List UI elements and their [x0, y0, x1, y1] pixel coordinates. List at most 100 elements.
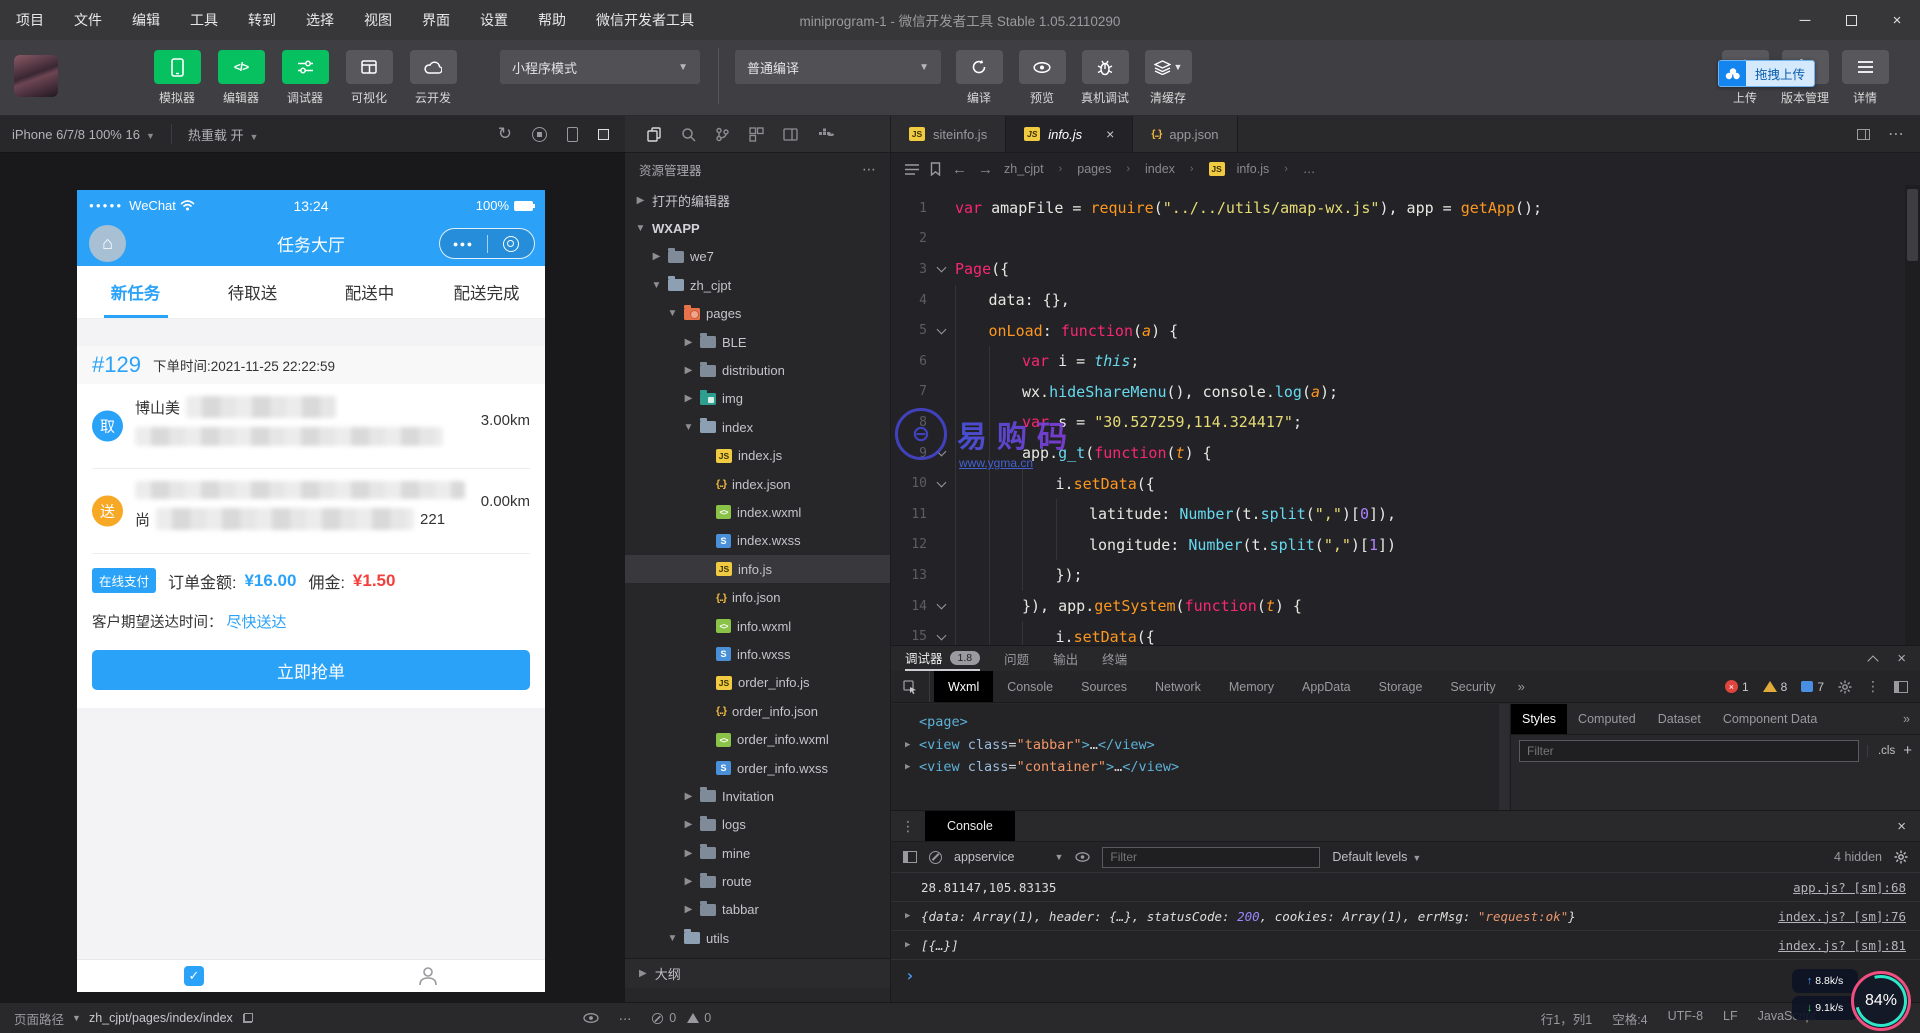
- more-actions-icon[interactable]: ⋯: [862, 161, 876, 178]
- devtools-tab-Memory[interactable]: Memory: [1215, 671, 1288, 702]
- breadcrumb-item[interactable]: index: [1145, 162, 1175, 176]
- toolbar-button-可视化[interactable]: 可视化: [342, 50, 396, 106]
- tree-item-img[interactable]: ▶img: [625, 385, 890, 413]
- toolbar-button-详情[interactable]: 详情: [1838, 50, 1892, 106]
- collapse-icon[interactable]: [1868, 655, 1879, 666]
- extensions-icon[interactable]: [749, 127, 764, 142]
- fold-chevron-icon[interactable]: [927, 451, 955, 455]
- toolbar-button-模拟器[interactable]: 模拟器: [150, 50, 204, 106]
- tree-item-order_info.js[interactable]: JSorder_info.js: [625, 669, 890, 697]
- menu-item[interactable]: 设置: [480, 10, 508, 30]
- console-settings-gear-icon[interactable]: [1894, 850, 1908, 864]
- tree-item-zh_cjpt[interactable]: ▼zh_cjpt: [625, 271, 890, 299]
- multi-window-icon[interactable]: [598, 129, 609, 140]
- toolbar-button-清缓存[interactable]: ▼清缓存: [1141, 50, 1195, 106]
- more-actions-icon[interactable]: ⋯: [1888, 124, 1904, 144]
- console-log-row[interactable]: ▶[{…}]index.js? [sm]:81: [891, 931, 1920, 960]
- element-picker-icon[interactable]: [891, 671, 930, 702]
- tree-item-utils[interactable]: ▼utils: [625, 924, 890, 952]
- devtools-tab-Wxml[interactable]: Wxml: [934, 671, 993, 702]
- menu-item[interactable]: 微信开发者工具: [596, 10, 694, 30]
- devtools-tab-Storage[interactable]: Storage: [1365, 671, 1437, 702]
- tree-item-info.wxss[interactable]: Sinfo.wxss: [625, 640, 890, 668]
- add-style-button[interactable]: +: [1903, 742, 1912, 759]
- console-prompt[interactable]: ›: [891, 960, 1920, 985]
- wxml-node[interactable]: ▶<view class="container">…</view>: [905, 756, 1509, 779]
- exit-button[interactable]: [488, 236, 535, 252]
- status-item[interactable]: UTF-8: [1668, 1009, 1703, 1028]
- warning-counter[interactable]: 8: [1763, 680, 1788, 694]
- refresh-icon[interactable]: ↻: [498, 124, 512, 144]
- tree-item-logs[interactable]: ▶logs: [625, 811, 890, 839]
- eye-icon[interactable]: [583, 1013, 599, 1023]
- forward-icon[interactable]: →: [978, 161, 993, 178]
- page-path-group[interactable]: 页面路径 ▼ zh_cjpt/pages/index/index: [14, 1009, 253, 1028]
- back-icon[interactable]: ←: [952, 161, 967, 178]
- fold-chevron-icon[interactable]: [927, 604, 955, 608]
- breadcrumb-file[interactable]: info.js: [1237, 162, 1270, 176]
- window-icon[interactable]: [783, 127, 798, 142]
- more-tabs-icon[interactable]: »: [1893, 704, 1920, 734]
- home-button[interactable]: ⌂: [89, 225, 126, 262]
- device-select[interactable]: iPhone 6/7/8 100% 16▼: [0, 127, 155, 142]
- breadcrumb[interactable]: zh_cjpt›pages›index›JSinfo.js›…: [1004, 162, 1315, 176]
- console-log-row[interactable]: ▶{data: Array(1), header: {…}, statusCod…: [891, 902, 1920, 931]
- tree-item-order_info.json[interactable]: {..}order_info.json: [625, 697, 890, 725]
- editor-tab-siteinfo.js[interactable]: JSsiteinfo.js: [891, 116, 1006, 152]
- order-tab-新任务[interactable]: 新任务: [77, 266, 194, 318]
- stop-icon[interactable]: [532, 127, 547, 142]
- console-tab[interactable]: Console: [925, 811, 1015, 841]
- tree-item-info.wxml[interactable]: <>info.wxml: [625, 612, 890, 640]
- tree-item-order_info.wxml[interactable]: <>order_info.wxml: [625, 725, 890, 753]
- tabbar-tasks-item[interactable]: ✓: [77, 960, 311, 992]
- close-icon[interactable]: ×: [1106, 126, 1114, 142]
- settings-gear-icon[interactable]: [1838, 680, 1852, 694]
- wxml-scrollbar[interactable]: [1499, 704, 1509, 810]
- log-source-link[interactable]: app.js? [sm]:68: [1793, 880, 1906, 895]
- dock-side-icon[interactable]: [1894, 681, 1908, 693]
- git-icon[interactable]: [715, 127, 730, 142]
- status-item[interactable]: 空格:4: [1612, 1009, 1647, 1028]
- tree-item-index.json[interactable]: {..}index.json: [625, 470, 890, 498]
- panel-tab-输出[interactable]: 输出: [1053, 649, 1078, 668]
- styles-tab-Computed[interactable]: Computed: [1567, 704, 1647, 734]
- tree-item-index.js[interactable]: JSindex.js: [625, 442, 890, 470]
- close-button[interactable]: ×: [1874, 0, 1920, 40]
- hot-reload-toggle[interactable]: 热重载 开▼: [188, 125, 259, 144]
- toolbar-button-云开发[interactable]: 云开发: [406, 50, 460, 106]
- cls-button[interactable]: .cls: [1867, 745, 1895, 757]
- tree-item-index.wxml[interactable]: <>index.wxml: [625, 498, 890, 526]
- tree-item-mine[interactable]: ▶mine: [625, 839, 890, 867]
- toolbar-button-预览[interactable]: 预览: [1015, 50, 1069, 106]
- tree-item-distribution[interactable]: ▶distribution: [625, 356, 890, 384]
- devtools-tab-Security[interactable]: Security: [1436, 671, 1509, 702]
- status-item[interactable]: LF: [1723, 1009, 1738, 1028]
- styles-tab-Component Data[interactable]: Component Data: [1712, 704, 1829, 734]
- phone-window-icon[interactable]: [567, 127, 578, 142]
- split-editor-icon[interactable]: [1857, 129, 1870, 140]
- close-icon[interactable]: ×: [1897, 650, 1906, 667]
- outline-section[interactable]: ▶ 大纲: [625, 958, 890, 988]
- tabbar-profile-item[interactable]: [311, 960, 545, 992]
- more-actions-icon[interactable]: ⋯: [619, 1011, 632, 1026]
- grab-order-button[interactable]: 立即抢单: [92, 650, 530, 690]
- wxml-tree[interactable]: <page>▶<view class="tabbar">…</view>▶<vi…: [891, 704, 1509, 810]
- mode-select[interactable]: 小程序模式 ▼: [500, 50, 700, 84]
- editor-tab-app.json[interactable]: {..}app.json: [1133, 116, 1237, 152]
- editor-tab-info.js[interactable]: JSinfo.js×: [1006, 116, 1133, 152]
- message-counter[interactable]: 7: [1801, 680, 1824, 694]
- tree-item-info.json[interactable]: {..}info.json: [625, 583, 890, 611]
- fold-chevron-icon[interactable]: [927, 635, 955, 639]
- docker-icon[interactable]: [817, 128, 834, 141]
- menu-item[interactable]: 编辑: [132, 10, 160, 30]
- close-icon[interactable]: ×: [1883, 811, 1920, 841]
- log-source-link[interactable]: index.js? [sm]:81: [1778, 938, 1906, 953]
- problem-counts[interactable]: 0 0: [651, 1011, 711, 1025]
- console-log-row[interactable]: 28.81147,105.83135app.js? [sm]:68: [891, 873, 1920, 902]
- tree-item-WXAPP[interactable]: ▼WXAPP: [625, 214, 890, 242]
- devtools-tab-Sources[interactable]: Sources: [1067, 671, 1141, 702]
- styles-filter-input[interactable]: [1519, 740, 1859, 762]
- toolbar-button-调试器[interactable]: 调试器: [278, 50, 332, 106]
- console-filter-input[interactable]: [1102, 847, 1320, 868]
- copy-path-icon[interactable]: [243, 1013, 253, 1023]
